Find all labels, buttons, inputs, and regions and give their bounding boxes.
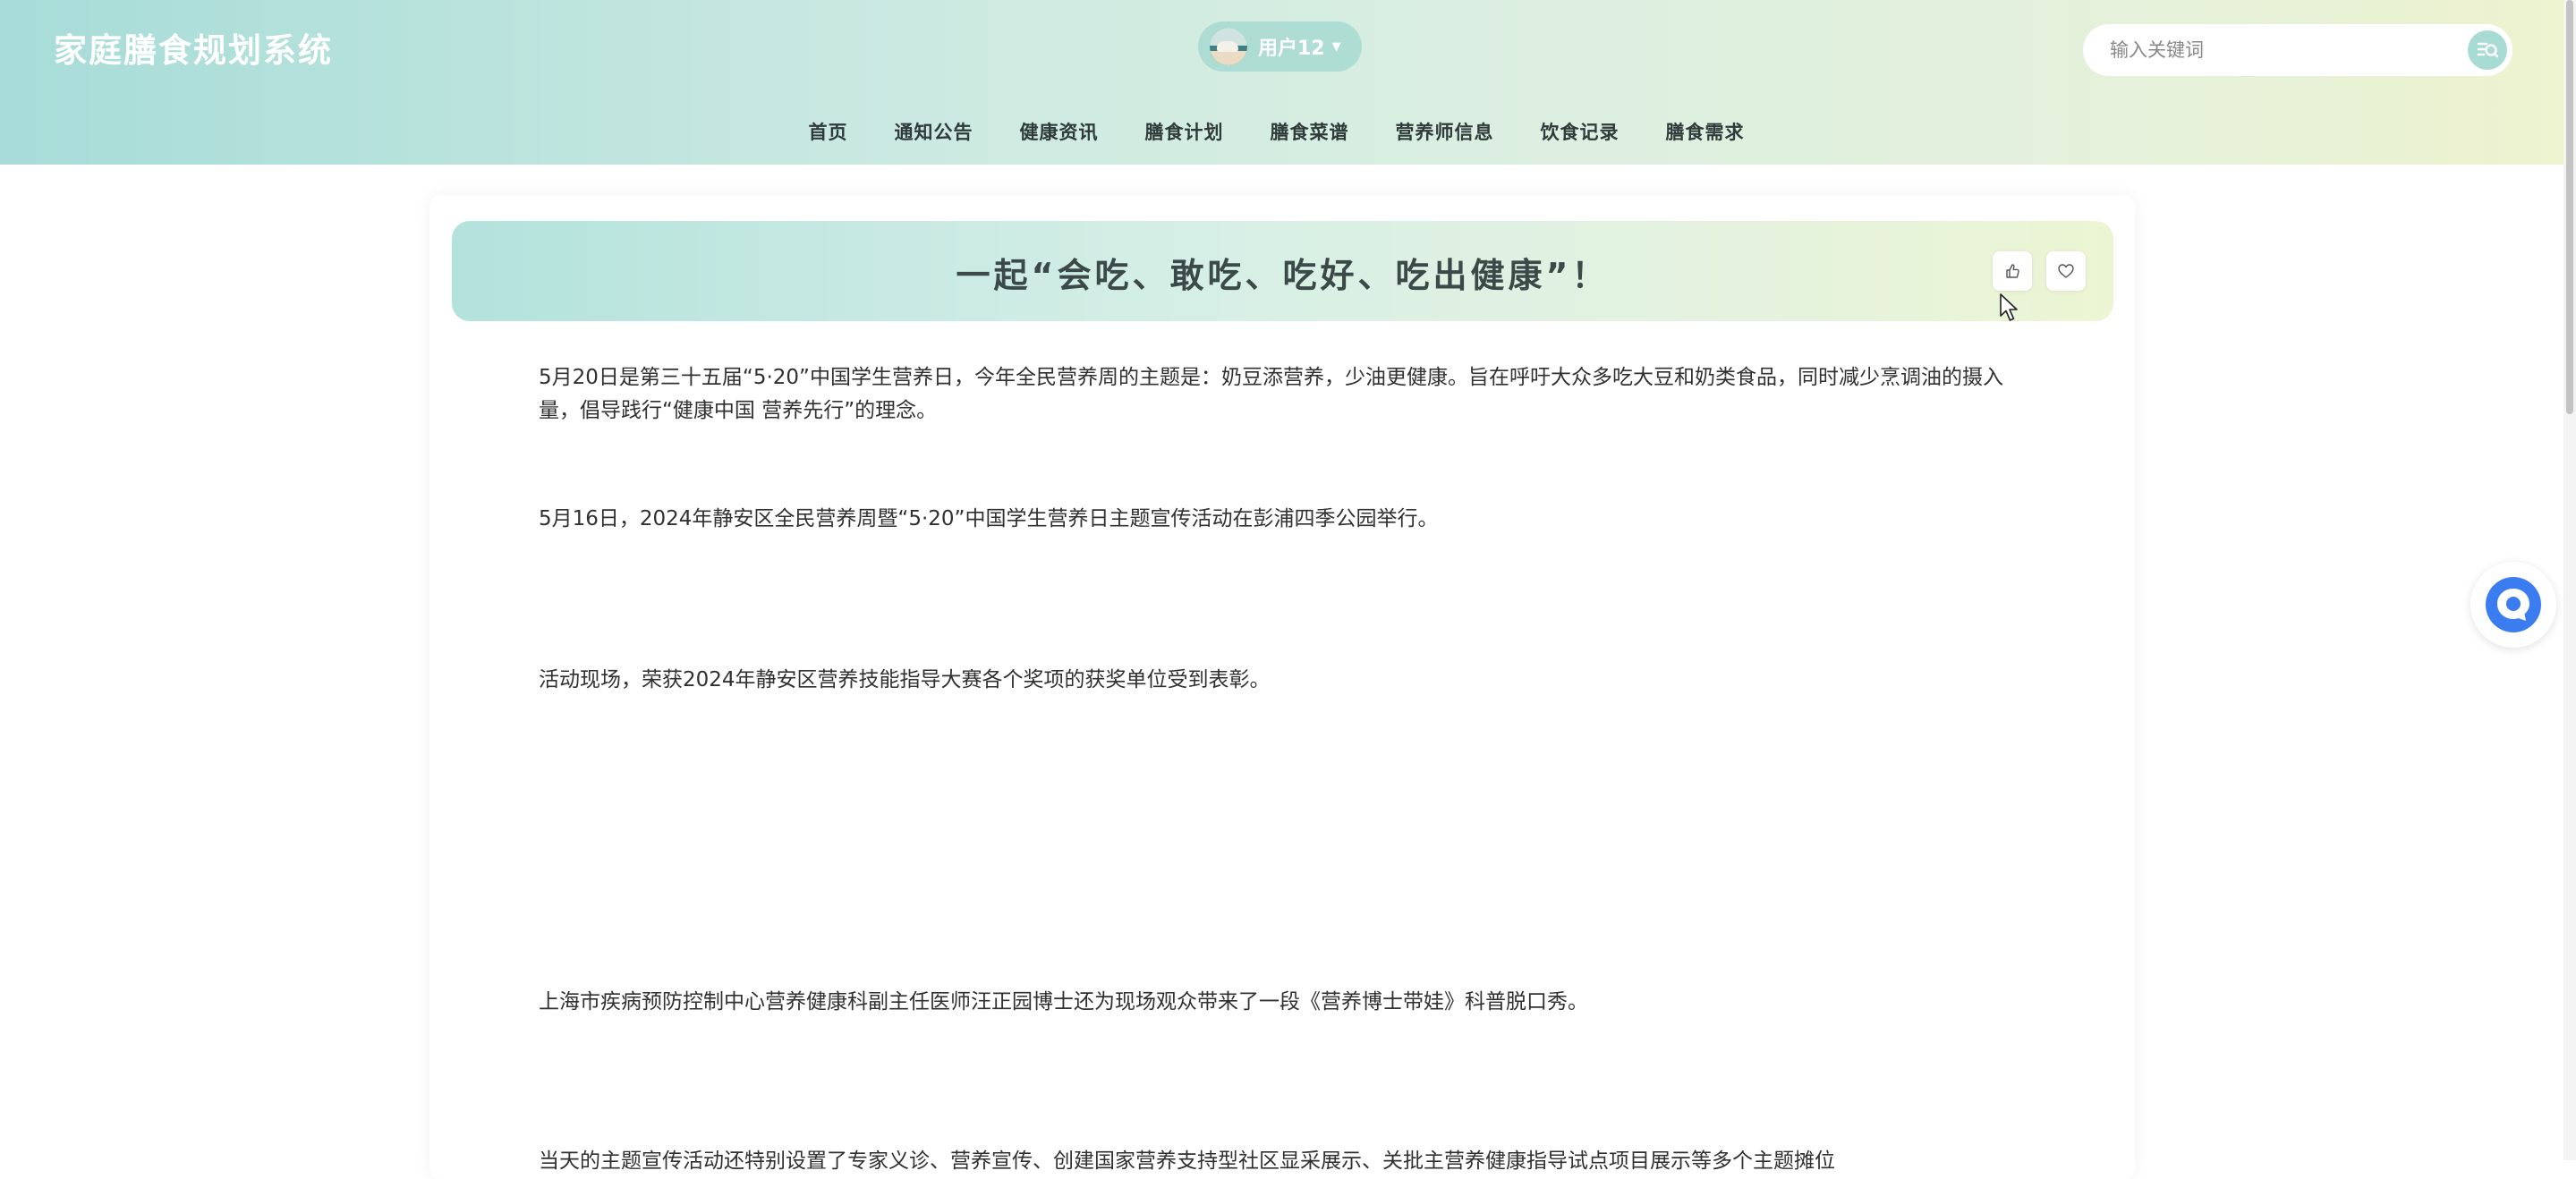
article-paragraph: 上海市疾病预防控制中心营养健康科副主任医师汪正园博士还为现场观众带来了一段《营养… [539, 990, 1588, 1014]
app-title: 家庭膳食规划系统 [54, 31, 333, 70]
article-title-bar: 一起“会吃、敢吃、吃好、吃出健康”！ [452, 221, 2113, 321]
user-menu[interactable]: 用户12 ▼ [1198, 21, 1362, 72]
thumbs-up-icon [2006, 264, 2019, 278]
chat-icon [2486, 577, 2541, 632]
nav-item-diet-needs[interactable]: 膳食需求 [1666, 118, 1745, 145]
user-name: 用户12 [1258, 38, 1325, 60]
article-paragraph: 5月16日，2024年静安区全民营养周暨“5·20”中国学生营养日主题宣传活动在… [539, 507, 1439, 530]
nav-item-notices[interactable]: 通知公告 [895, 118, 973, 145]
avatar [1210, 28, 1247, 65]
page-scrollbar[interactable] [2563, 0, 2576, 1160]
article-title: 一起“会吃、敢吃、吃好、吃出健康”！ [956, 256, 1610, 295]
scrollbar-thumb[interactable] [2566, 0, 2573, 414]
favorite-button[interactable] [2046, 251, 2086, 291]
header: 家庭膳食规划系统 用户12 ▼ 首页 通知公告 健康资讯 膳食计划 膳食菜谱 营… [0, 0, 2576, 165]
chevron-down-icon: ▼ [1331, 39, 1341, 54]
search-icon [2477, 42, 2499, 58]
article-paragraph: 当天的主题宣传活动还特别设置了专家义诊、营养宣传、创建国家营养支持型社区显采展示… [539, 1149, 1835, 1173]
nav-item-nutritionists[interactable]: 营养师信息 [1396, 118, 1494, 145]
heart-icon [2058, 264, 2074, 278]
article-paragraph: 活动现场，荣获2024年静安区营养技能指导大赛各个奖项的获奖单位受到表彰。 [539, 668, 1271, 691]
search-input[interactable] [2110, 39, 2450, 61]
search-button[interactable] [2468, 30, 2507, 70]
mouse-cursor-icon [2000, 293, 2018, 321]
like-button[interactable] [1993, 251, 2032, 291]
nav-item-diet-records[interactable]: 饮食记录 [1541, 118, 1620, 145]
chat-float-button[interactable] [2470, 562, 2556, 648]
nav-item-recipes[interactable]: 膳食菜谱 [1271, 118, 1349, 145]
search-box [2083, 24, 2512, 76]
nav-item-diet-plan[interactable]: 膳食计划 [1145, 118, 1224, 145]
nav-item-home[interactable]: 首页 [809, 118, 848, 145]
article-paragraph: 5月20日是第三十五届“5·20”中国学生营养日，今年全民营养周的主题是：奶豆添… [539, 366, 2003, 422]
main-nav: 首页 通知公告 健康资讯 膳食计划 膳食菜谱 营养师信息 饮食记录 膳食需求 [0, 118, 2576, 145]
nav-item-health-news[interactable]: 健康资讯 [1020, 118, 1099, 145]
